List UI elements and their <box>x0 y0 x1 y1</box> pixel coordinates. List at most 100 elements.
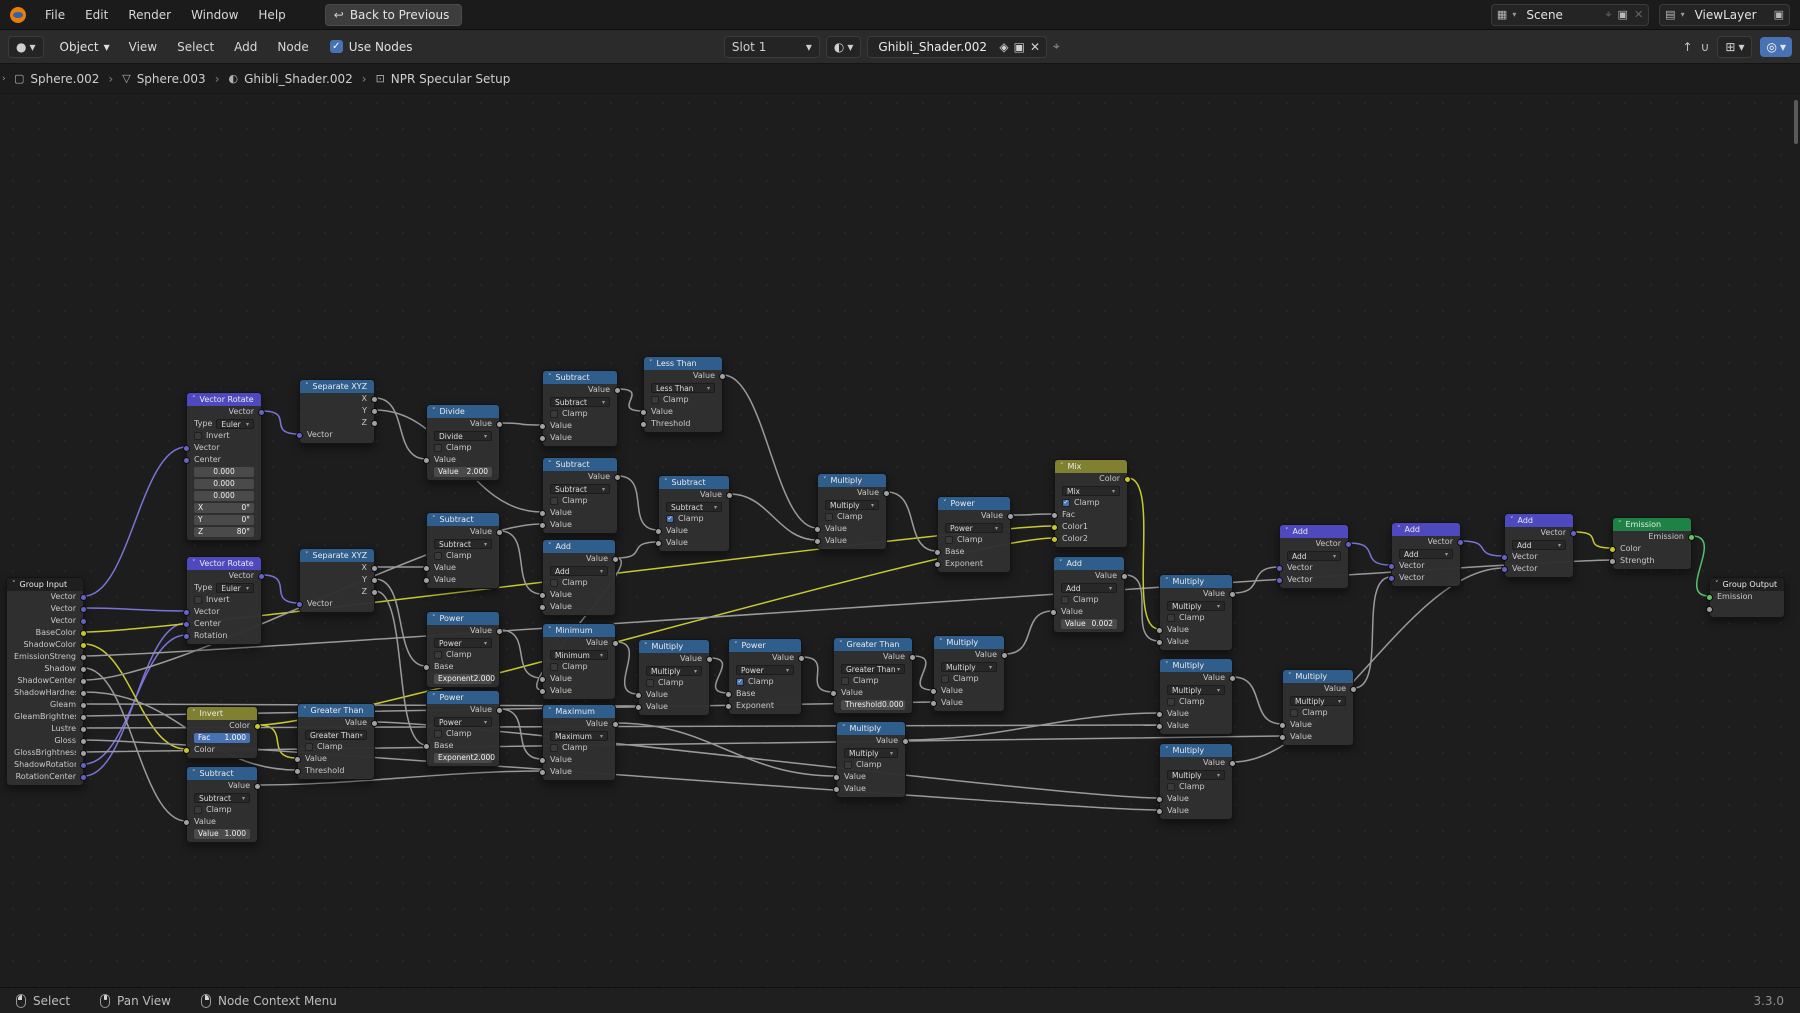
input-socket[interactable] <box>183 620 190 628</box>
node-header[interactable]: ˅ Vector Rotate <box>187 393 261 406</box>
scene-copy-icon[interactable]: ▣ <box>1617 8 1629 21</box>
collapse-icon[interactable]: ˅ <box>548 705 552 718</box>
node-addv2[interactable]: ˅ Add Vector Add ▾ Vector Vector <box>1388 522 1464 587</box>
input-socket[interactable] <box>539 422 546 430</box>
value-field[interactable]: Y 0° <box>194 515 254 525</box>
node-row[interactable]: Divide ▾ <box>427 430 499 442</box>
operation-dropdown[interactable]: Maximum ▾ <box>550 731 608 741</box>
input-socket[interactable] <box>640 408 647 416</box>
node-header[interactable]: ˅ Add <box>1505 514 1573 527</box>
node-header[interactable]: ˅ Greater Than <box>298 704 374 717</box>
input-socket[interactable] <box>1156 638 1163 646</box>
breadcrumb-object[interactable]: ▢ Sphere.002 <box>14 72 99 86</box>
operation-dropdown[interactable]: Subtract ▾ <box>434 539 492 549</box>
input-socket[interactable] <box>934 548 941 556</box>
node-row[interactable]: Exponent 2.000 <box>427 673 499 685</box>
output-socket[interactable] <box>80 737 87 745</box>
clamp-checkbox[interactable] <box>194 806 202 814</box>
node-mul1[interactable]: ˅ Multiply Value Multiply ▾ Clamp Value Value <box>814 473 890 550</box>
node-row[interactable]: Multiply ▾ <box>837 747 905 759</box>
output-socket[interactable] <box>80 641 87 649</box>
output-socket[interactable] <box>1007 512 1014 520</box>
input-socket[interactable] <box>1609 557 1616 565</box>
collapse-icon[interactable]: ˅ <box>192 767 196 780</box>
input-socket[interactable] <box>833 773 840 781</box>
input-socket[interactable] <box>1501 565 1508 573</box>
scene-name[interactable]: Scene <box>1520 8 1600 22</box>
input-socket[interactable] <box>539 768 546 776</box>
input-socket[interactable] <box>1276 564 1283 572</box>
shader-mode-dropdown[interactable]: Object ▾ <box>52 37 118 57</box>
collapse-icon[interactable]: ˅ <box>1618 518 1622 531</box>
input-socket[interactable] <box>1706 593 1713 601</box>
breadcrumb-material[interactable]: ◐ Ghibli_Shader.002 <box>229 72 353 86</box>
node-header[interactable]: ˅ Group Input <box>7 578 83 591</box>
input-socket[interactable] <box>1156 807 1163 815</box>
node-row[interactable]: Value 2.000 <box>427 466 499 478</box>
collapse-icon[interactable]: ˅ <box>432 405 436 418</box>
output-socket[interactable] <box>80 761 87 769</box>
output-socket[interactable] <box>1350 685 1357 693</box>
node-pow2[interactable]: ˅ Power Value Power ▾ Clamp Base Exponent 2.000 <box>423 611 503 688</box>
clamp-checkbox[interactable] <box>194 432 202 440</box>
fake-user-shield-icon[interactable]: ◈ <box>999 40 1008 54</box>
node-row[interactable]: Clamp <box>543 577 615 589</box>
clamp-checkbox[interactable] <box>1167 698 1175 706</box>
node-header[interactable]: ˅ Subtract <box>543 371 617 384</box>
node-row[interactable]: Clamp <box>938 534 1010 546</box>
operation-dropdown[interactable]: Subtract ▾ <box>194 793 250 803</box>
node-row[interactable]: Subtract ▾ <box>659 501 729 513</box>
input-socket[interactable] <box>814 525 821 533</box>
node-row[interactable]: Multiply ▾ <box>818 499 886 511</box>
clamp-checkbox[interactable] <box>1167 614 1175 622</box>
blender-logo-icon[interactable] <box>10 6 26 23</box>
node-header[interactable]: ˅ Power <box>938 497 1010 510</box>
value-field[interactable]: Value 0.002 <box>1061 619 1117 629</box>
node-div1[interactable]: ˅ Divide Value Divide ▾ Clamp Value Value 2.000 <box>423 404 503 481</box>
output-socket[interactable] <box>1124 475 1131 483</box>
input-socket[interactable] <box>1388 562 1395 570</box>
input-socket[interactable] <box>183 456 190 464</box>
viewlayer-selector[interactable]: ▤ ▾ ViewLayer ▣ <box>1659 3 1790 26</box>
node-header[interactable]: ˅ Add <box>1054 557 1124 570</box>
clamp-checkbox[interactable]: ✓ <box>666 515 674 523</box>
menu-select[interactable]: Select <box>168 37 223 57</box>
node-inv1[interactable]: ˅ Invert Color Fac 1.000 Color <box>183 706 261 759</box>
overlays-toggle[interactable]: ◎ ▾ <box>1760 36 1792 57</box>
collapse-icon[interactable]: ˅ <box>1397 523 1401 536</box>
back-to-previous-button[interactable]: ↩ Back to Previous <box>324 3 463 26</box>
operation-dropdown[interactable]: Subtract ▾ <box>550 484 610 494</box>
material-name-field[interactable]: Ghibli_Shader.002 ◈ ▣ ✕ <box>867 35 1048 58</box>
node-row[interactable]: Y 0° <box>187 514 261 526</box>
operation-dropdown[interactable]: Greater Than ▾ <box>305 730 367 740</box>
node-row[interactable]: 0.000 <box>187 466 261 478</box>
value-field[interactable]: Threshold 0.000 <box>841 700 905 710</box>
output-socket[interactable] <box>258 572 265 580</box>
output-socket[interactable] <box>612 639 619 647</box>
output-socket[interactable] <box>1001 651 1008 659</box>
node-row[interactable]: Clamp <box>1160 781 1232 793</box>
input-socket[interactable] <box>635 703 642 711</box>
input-socket[interactable] <box>1609 545 1616 553</box>
node-row[interactable]: Clamp <box>837 759 905 771</box>
input-socket[interactable] <box>814 537 821 545</box>
node-header[interactable]: ˅ Multiply <box>1160 744 1232 757</box>
output-socket[interactable] <box>1570 529 1577 537</box>
output-socket[interactable] <box>254 722 261 730</box>
input-socket[interactable] <box>1279 721 1286 729</box>
node-row[interactable]: Type Euler ▾ <box>187 418 261 430</box>
node-row[interactable]: Clamp <box>639 677 709 689</box>
collapse-icon[interactable]: ˅ <box>1059 557 1063 570</box>
node-row[interactable]: Add ▾ <box>1505 539 1573 551</box>
collapse-icon[interactable]: ˅ <box>548 624 552 637</box>
input-socket[interactable] <box>294 767 301 775</box>
output-socket[interactable] <box>1229 674 1236 682</box>
input-socket[interactable] <box>1051 523 1058 531</box>
snap-target-dropdown[interactable]: ⊞ ▾ <box>1717 35 1753 58</box>
output-socket[interactable] <box>798 654 805 662</box>
output-socket[interactable] <box>371 395 378 403</box>
output-socket[interactable] <box>496 420 503 428</box>
clamp-checkbox[interactable] <box>305 743 313 751</box>
output-socket[interactable] <box>258 408 265 416</box>
node-addv3[interactable]: ˅ Add Vector Add ▾ Vector Vector <box>1501 513 1577 578</box>
